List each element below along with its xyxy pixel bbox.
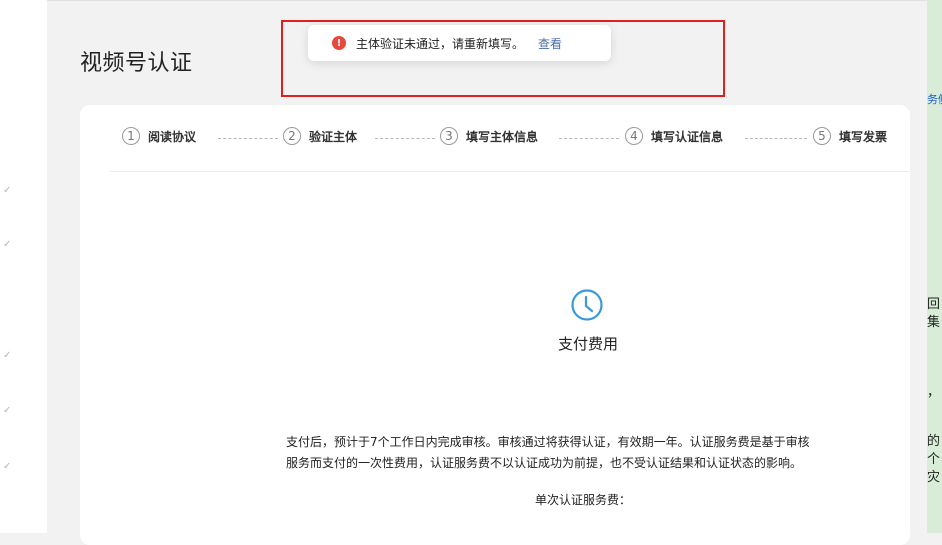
right-side-panel: 务侧 回 集 ， 的 个 灾 — [927, 0, 942, 533]
highlight-box — [281, 20, 725, 97]
step-connector — [375, 138, 435, 139]
step-number: 2 — [283, 127, 301, 145]
side-link[interactable]: 务侧 — [927, 92, 942, 108]
step-label: 填写主体信息 — [466, 129, 539, 144]
step-label: 填写认证信息 — [651, 129, 724, 144]
check-icon: ✓ — [3, 405, 12, 416]
step-label: 阅读协议 — [148, 129, 197, 144]
side-text: 个 — [927, 452, 941, 467]
description-line: 支付后，预计于7个工作日内完成审核。审核通过将获得认证，有效期一年。认证服务费是… — [286, 435, 810, 449]
check-icon: ✓ — [3, 239, 12, 250]
side-text: ， — [927, 385, 941, 400]
step-invoice: 5 填写发票 — [813, 127, 887, 145]
step-entity-info: 3 填写主体信息 — [440, 127, 538, 145]
step-number: 1 — [122, 127, 140, 145]
check-icon: ✓ — [3, 350, 12, 361]
step-number: 4 — [625, 127, 643, 145]
page-title: 视频号认证 — [80, 51, 193, 76]
side-text: 集 — [927, 315, 941, 330]
step-number: 3 — [440, 127, 458, 145]
step-label: 验证主体 — [309, 129, 358, 144]
step-label: 填写发票 — [839, 129, 888, 144]
check-icon: ✓ — [3, 185, 12, 196]
certification-card: 1 阅读协议 2 验证主体 3 填写主体信息 4 填写认证信息 5 填写发票 支… — [80, 105, 910, 545]
side-text: 的 — [927, 434, 941, 449]
payment-description: 支付后，预计于7个工作日内完成审核。审核通过将获得认证，有效期一年。认证服务费是… — [286, 432, 906, 474]
step-verify-entity: 2 验证主体 — [283, 127, 357, 145]
side-text: 回 — [927, 297, 941, 312]
top-divider — [47, 0, 927, 1]
step-connector — [218, 138, 278, 139]
description-line: 服务而支付的一次性费用，认证服务费不以认证成功为前提，也不受认证结果和认证状态的… — [286, 456, 803, 470]
card-divider — [110, 171, 910, 172]
step-progress: 1 阅读协议 2 验证主体 3 填写主体信息 4 填写认证信息 5 填写发票 — [122, 127, 910, 151]
clock-icon — [571, 289, 603, 321]
step-certification-info: 4 填写认证信息 — [625, 127, 723, 145]
fee-label: 单次认证服务费： — [535, 493, 632, 507]
check-icon: ✓ — [3, 461, 12, 472]
step-connector — [559, 138, 619, 139]
step-connector — [745, 138, 807, 139]
step-number: 5 — [813, 127, 831, 145]
side-text: 灾 — [927, 470, 941, 485]
left-sidebar: ✓ ✓ ✓ ✓ ✓ — [0, 0, 47, 533]
step-read-agreement: 1 阅读协议 — [122, 127, 196, 145]
payment-title: 支付费用 — [557, 335, 618, 353]
